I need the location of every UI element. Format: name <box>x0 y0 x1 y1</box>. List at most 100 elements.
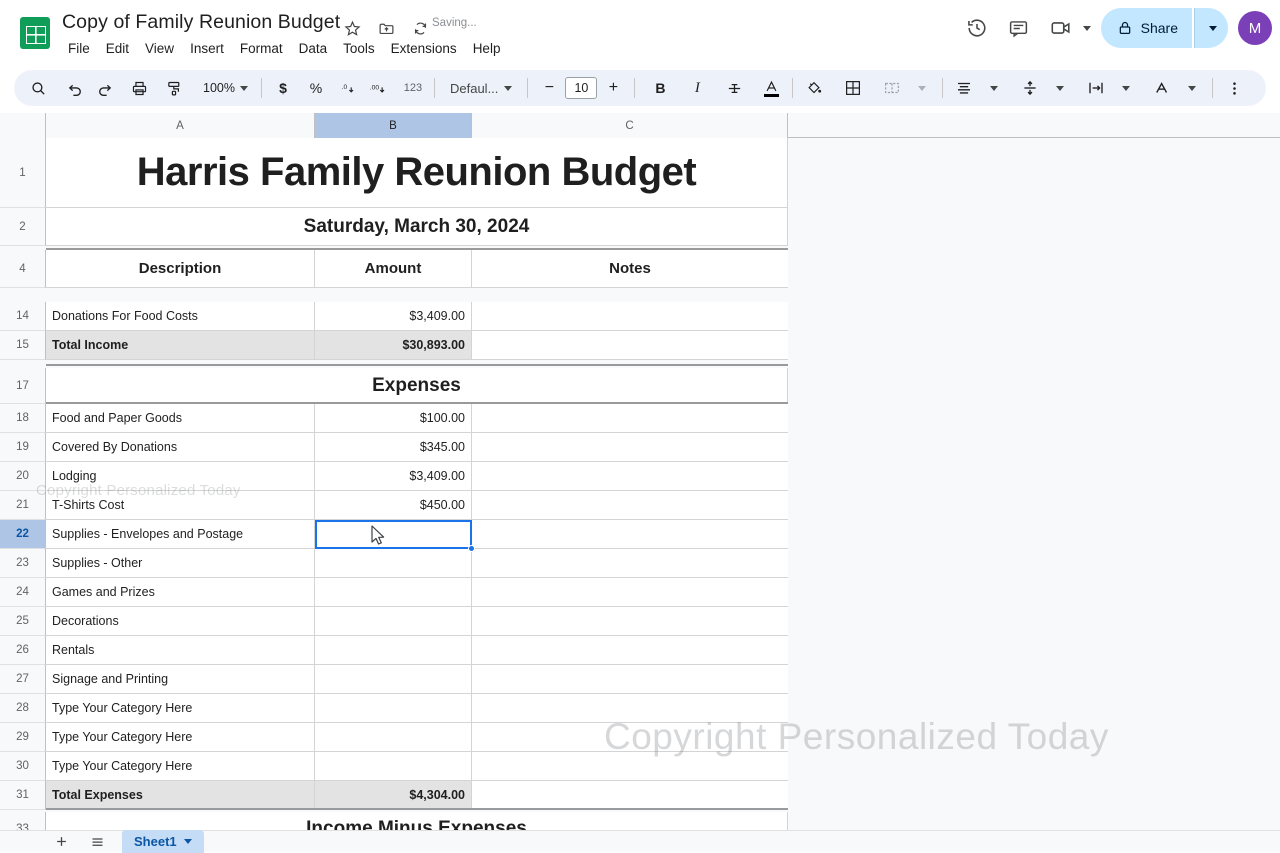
text-wrap-chevron-down-icon[interactable] <box>1111 74 1139 102</box>
vertical-align-chevron-down-icon[interactable] <box>1045 74 1073 102</box>
undo-icon[interactable] <box>61 74 89 102</box>
cell-a27[interactable]: Signage and Printing <box>46 665 315 694</box>
cell-b15[interactable]: $30,893.00 <box>315 331 472 360</box>
menu-tools[interactable]: Tools <box>335 38 383 59</box>
zoom-select[interactable]: 100% <box>197 74 254 102</box>
row-header-2[interactable]: 2 <box>0 208 46 246</box>
vertical-align-button[interactable] <box>1016 74 1044 102</box>
print-icon[interactable] <box>125 74 153 102</box>
document-title[interactable]: Copy of Family Reunion Budget <box>62 11 340 34</box>
bold-button[interactable]: B <box>646 74 674 102</box>
cell-b19[interactable]: $345.00 <box>315 433 472 462</box>
cell-b26[interactable] <box>315 636 472 665</box>
font-size-increase-button[interactable]: + <box>599 74 627 102</box>
cell-a17[interactable]: Expenses <box>46 368 788 404</box>
fill-color-button[interactable] <box>800 74 828 102</box>
row-header-21[interactable]: 21 <box>0 491 46 520</box>
font-size-decrease-button[interactable]: − <box>535 74 563 102</box>
select-all-corner[interactable] <box>0 113 46 138</box>
row-header-25[interactable]: 25 <box>0 607 46 636</box>
cell-a26[interactable]: Rentals <box>46 636 315 665</box>
cell-a1[interactable]: Harris Family Reunion Budget <box>46 138 788 208</box>
percent-format-button[interactable]: % <box>302 74 330 102</box>
sheet-tab-sheet1[interactable]: Sheet1 <box>122 830 204 853</box>
cell-a24[interactable]: Games and Prizes <box>46 578 315 607</box>
cell-c27[interactable] <box>472 665 788 694</box>
row-header-22[interactable]: 22 <box>0 520 46 549</box>
cell-b14[interactable]: $3,409.00 <box>315 302 472 331</box>
text-rotation-chevron-down-icon[interactable] <box>1177 74 1205 102</box>
cell-b23[interactable] <box>315 549 472 578</box>
currency-format-button[interactable]: $ <box>269 74 297 102</box>
row-header-33[interactable]: 33 <box>0 812 46 830</box>
fill-handle[interactable] <box>468 545 475 552</box>
row-header-31[interactable]: 31 <box>0 781 46 810</box>
cell-c26[interactable] <box>472 636 788 665</box>
row-header-17[interactable]: 17 <box>0 368 46 404</box>
meet-video-icon[interactable] <box>1041 8 1081 48</box>
cell-a28[interactable]: Type Your Category Here <box>46 694 315 723</box>
menu-help[interactable]: Help <box>465 38 509 59</box>
increase-decimal-button[interactable]: .00 <box>366 74 394 102</box>
font-size-input[interactable] <box>565 77 597 99</box>
cell-b21[interactable]: $450.00 <box>315 491 472 520</box>
menu-file[interactable]: File <box>60 38 98 59</box>
cell-a25[interactable]: Decorations <box>46 607 315 636</box>
search-icon[interactable] <box>24 74 52 102</box>
cell-b4[interactable]: Amount <box>315 250 472 288</box>
cell-a22[interactable]: Supplies - Envelopes and Postage <box>46 520 315 549</box>
row-header-24[interactable]: 24 <box>0 578 46 607</box>
text-wrap-button[interactable] <box>1082 74 1110 102</box>
cell-a19[interactable]: Covered By Donations <box>46 433 315 462</box>
cell-a31[interactable]: Total Expenses <box>46 781 315 810</box>
column-header-a[interactable]: A <box>46 113 315 138</box>
add-sheet-button[interactable] <box>50 831 72 853</box>
comment-icon[interactable] <box>999 8 1039 48</box>
row-header-1[interactable]: 1 <box>0 138 46 208</box>
cell-c29[interactable] <box>472 723 788 752</box>
cell-a18[interactable]: Food and Paper Goods <box>46 404 315 433</box>
cell-a15[interactable]: Total Income <box>46 331 315 360</box>
cell-c23[interactable] <box>472 549 788 578</box>
cell-c21[interactable] <box>472 491 788 520</box>
all-sheets-icon[interactable] <box>86 831 108 853</box>
more-formats-button[interactable]: 123 <box>399 74 427 102</box>
row-header-30[interactable]: 30 <box>0 752 46 781</box>
cell-c15[interactable] <box>472 331 788 360</box>
cell-c19[interactable] <box>472 433 788 462</box>
row-header-28[interactable]: 28 <box>0 694 46 723</box>
merge-chevron-down-icon[interactable] <box>907 74 935 102</box>
more-options-icon[interactable] <box>1220 74 1248 102</box>
horizontal-align-chevron-down-icon[interactable] <box>979 74 1007 102</box>
share-button[interactable]: Share <box>1101 8 1192 48</box>
cell-b28[interactable] <box>315 694 472 723</box>
cell-c28[interactable] <box>472 694 788 723</box>
cell-c4[interactable]: Notes <box>472 250 788 288</box>
cell-a14[interactable]: Donations For Food Costs <box>46 302 315 331</box>
row-header-15[interactable]: 15 <box>0 331 46 360</box>
cell-a20[interactable]: Lodging <box>46 462 315 491</box>
cell-a21[interactable]: T-Shirts Cost <box>46 491 315 520</box>
row-header-14[interactable]: 14 <box>0 302 46 331</box>
meet-chevron-down-icon[interactable] <box>1083 26 1091 31</box>
menu-edit[interactable]: Edit <box>98 38 137 59</box>
cell-b25[interactable] <box>315 607 472 636</box>
cell-b22[interactable] <box>315 520 472 549</box>
menu-format[interactable]: Format <box>232 38 291 59</box>
cell-b29[interactable] <box>315 723 472 752</box>
cell-a33[interactable]: Income Minus Expenses <box>46 812 788 830</box>
cell-c25[interactable] <box>472 607 788 636</box>
menu-data[interactable]: Data <box>291 38 336 59</box>
text-rotation-button[interactable] <box>1148 74 1176 102</box>
row-header-27[interactable]: 27 <box>0 665 46 694</box>
decrease-decimal-button[interactable]: .0 <box>337 74 365 102</box>
row-header-23[interactable]: 23 <box>0 549 46 578</box>
horizontal-align-button[interactable] <box>950 74 978 102</box>
row-header-19[interactable]: 19 <box>0 433 46 462</box>
paint-format-icon[interactable] <box>160 74 188 102</box>
text-color-button[interactable] <box>757 74 785 102</box>
cell-c24[interactable] <box>472 578 788 607</box>
share-chevron-down-icon[interactable] <box>1194 8 1228 48</box>
row-header-4[interactable]: 4 <box>0 250 46 288</box>
strikethrough-button[interactable] <box>720 74 748 102</box>
